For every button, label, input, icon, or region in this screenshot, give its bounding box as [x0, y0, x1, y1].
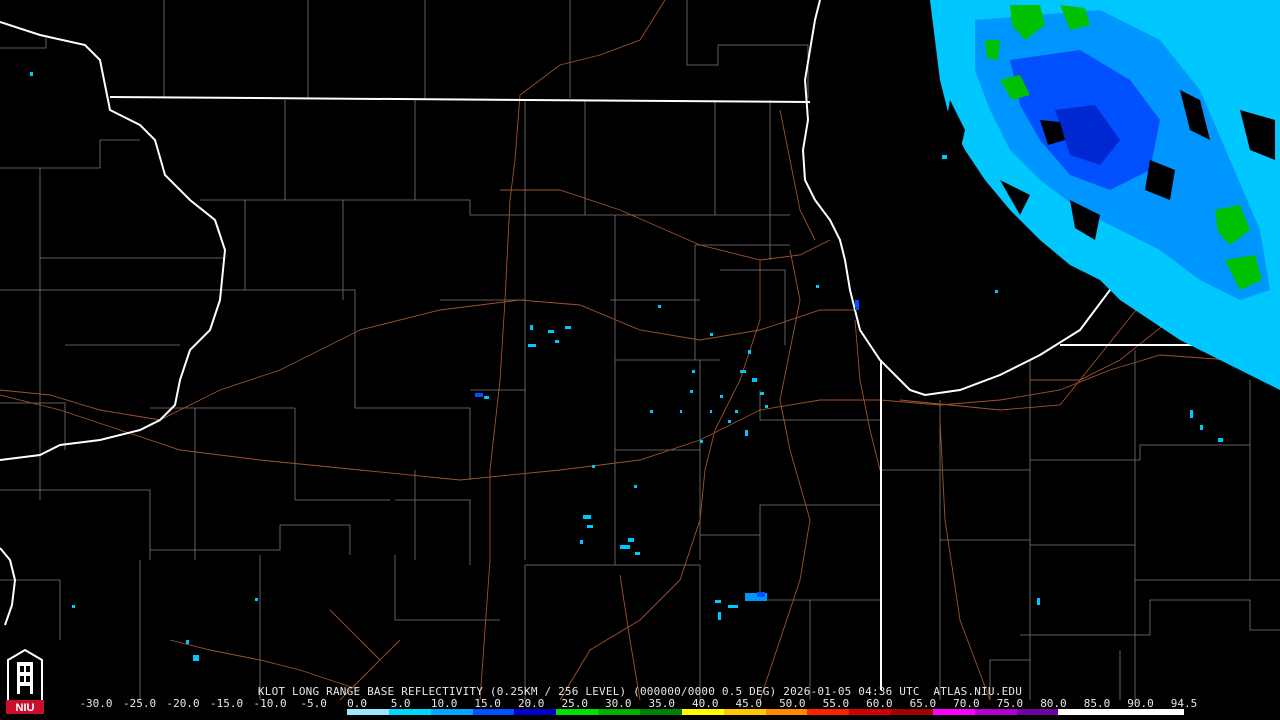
niu-tower-logo-icon: NIU [6, 648, 44, 714]
colorbar-segment [598, 709, 640, 715]
colorbar-segment [347, 709, 389, 715]
colorbar-segment [891, 709, 933, 715]
colorbar-segment [807, 709, 850, 715]
colorbar-segment [137, 709, 180, 715]
reflectivity-scale-labels: -30.0 -25.0 -20.0 -15.0 -10.0 -5.0 0.0 5.0 10.0 1… [79, 697, 1197, 710]
colorbar-segment [639, 709, 682, 715]
colorbar-segment [472, 709, 515, 715]
colorbar-segment [305, 709, 348, 715]
colorbar-segment [1016, 709, 1059, 715]
colorbar-segment [179, 709, 222, 715]
colorbar-segment [430, 709, 473, 715]
radar-map [0, 0, 1280, 701]
colorbar-segment [1100, 709, 1143, 715]
colorbar-segment [263, 709, 306, 715]
logo-text: NIU [16, 702, 35, 714]
colorbar-segment [765, 709, 808, 715]
colorbar-segment [96, 709, 138, 715]
colorbar-segment [221, 709, 264, 715]
colorbar-segment [556, 709, 599, 715]
colorbar-segment [388, 709, 431, 715]
reflectivity-colorbar [96, 709, 1184, 715]
colorbar-segment [723, 709, 766, 715]
reflectivity-echoes [930, 0, 1280, 390]
colorbar-segment [849, 709, 892, 715]
colorbar-segment [974, 709, 1017, 715]
colorbar-segment [1058, 709, 1101, 715]
colorbar-segment [932, 709, 975, 715]
colorbar-segment [681, 709, 724, 715]
colorbar-segment [1142, 709, 1184, 715]
colorbar-segment [514, 709, 557, 715]
